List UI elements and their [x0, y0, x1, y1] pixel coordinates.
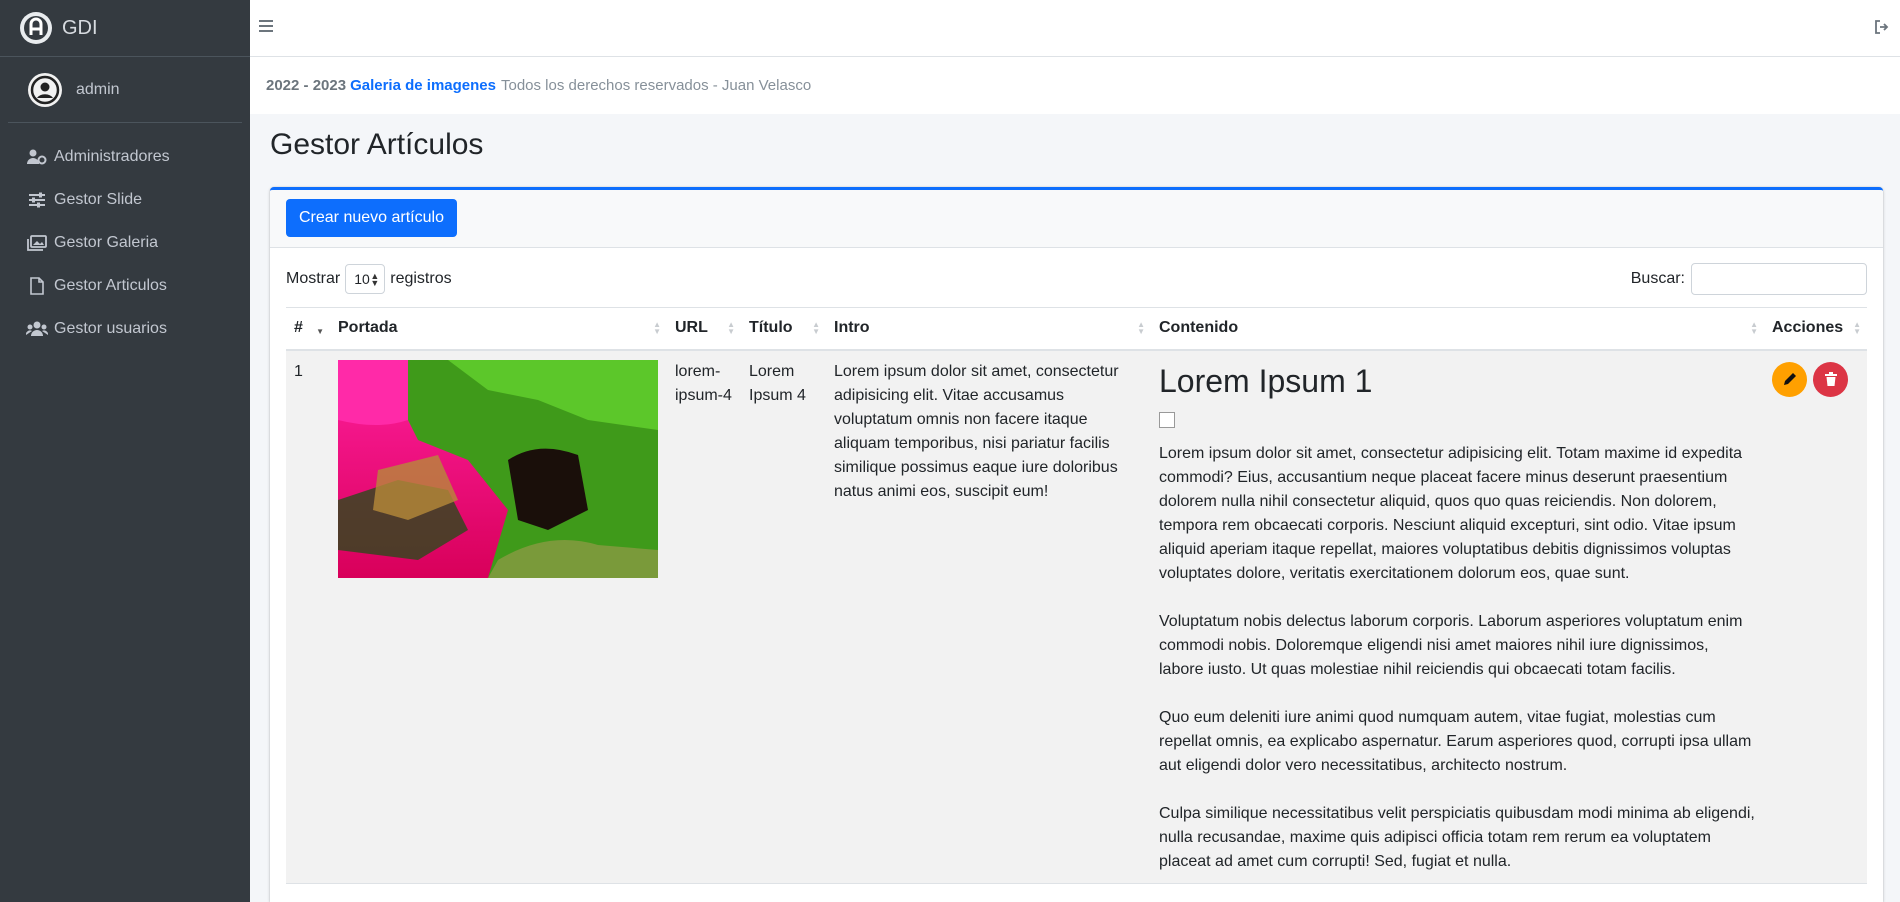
sort-icon: ▲ ▼ — [1137, 320, 1145, 336]
sidebar-item-gestor-articulos[interactable]: Gestor Articulos — [0, 264, 250, 307]
table-header-row: # ▼ Portada ▲ ▼ URL ▲ ▼ Título ▲ ▼ Intro ▲ ▼ Cont… — [286, 307, 1867, 351]
trash-icon — [1824, 372, 1837, 386]
table-row: 1 lorem-ipsum-4 Lorem Ipsum 4 Lorem ipsu… — [286, 349, 1867, 884]
length-control: Mostrar 10 ▲ ▼ registros — [286, 264, 452, 294]
brand[interactable]: GDI — [0, 0, 250, 57]
content-paragraph: Lorem ipsum dolor sit amet, consectetur … — [1159, 444, 1743, 582]
row-actions — [1772, 360, 1859, 397]
sliders-icon — [26, 190, 48, 210]
cell-titulo: Lorem Ipsum 4 — [741, 349, 826, 884]
sort-icon: ▲ ▼ — [727, 320, 735, 336]
sidebar-item-gestor-slide[interactable]: Gestor Slide — [0, 178, 250, 221]
column-header-intro[interactable]: Intro ▲ ▼ — [826, 307, 1151, 351]
table-controls: Mostrar 10 ▲ ▼ registros Buscar: — [286, 262, 1867, 296]
show-label: Mostrar — [286, 270, 341, 287]
user-panel[interactable]: admin — [8, 57, 242, 123]
hamburger-menu-icon[interactable] — [259, 19, 275, 35]
article-cover-image — [338, 359, 658, 578]
column-header-titulo[interactable]: Título ▲ ▼ — [741, 307, 826, 351]
column-header-portada[interactable]: Portada ▲ ▼ — [330, 307, 667, 351]
footer-years: 2022 - 2023 — [266, 77, 347, 94]
search-control: Buscar: — [1631, 263, 1867, 295]
articles-table: # ▼ Portada ▲ ▼ URL ▲ ▼ Título ▲ ▼ Intro ▲ ▼ Cont… — [286, 307, 1867, 884]
column-header-contenido[interactable]: Contenido ▲ ▼ — [1151, 307, 1764, 351]
sidebar-item-gestor-usuarios[interactable]: Gestor usuarios — [0, 307, 250, 350]
articles-card: Crear nuevo artículo Mostrar 10 ▲ ▼ regis… — [270, 187, 1883, 902]
create-article-button[interactable]: Crear nuevo artículo — [286, 199, 457, 237]
logout-icon[interactable] — [1874, 19, 1892, 37]
page-length-value: 10 — [354, 271, 370, 287]
sort-icon: ▲ ▼ — [653, 320, 661, 336]
images-icon — [26, 233, 48, 253]
content-heading: Lorem Ipsum 1 — [1159, 362, 1373, 399]
sidebar-item-label: Gestor usuarios — [54, 319, 167, 337]
user-avatar-icon — [28, 72, 62, 107]
user-name: admin — [76, 80, 120, 98]
cell-contenido: Lorem Ipsum 1 Lorem ipsum dolor sit amet… — [1151, 349, 1764, 884]
search-label: Buscar: — [1630, 270, 1685, 287]
sidebar-item-label: Gestor Galeria — [54, 233, 159, 251]
sidebar-item-label: Gestor Articulos — [54, 276, 167, 294]
footer: 2022 - 2023 Galeria de imagenes Todos lo… — [250, 57, 1900, 114]
footer-site-link[interactable]: Galeria de imagenes — [350, 77, 496, 94]
column-header-url[interactable]: URL ▲ ▼ — [667, 307, 741, 351]
sort-icon: ▲ ▼ — [1750, 320, 1758, 336]
card-header: Crear nuevo artículo — [270, 190, 1883, 248]
sidebar: GDI admin Administradores Gestor Slide G… — [0, 0, 250, 902]
file-icon — [26, 276, 48, 296]
cell-acciones — [1764, 349, 1867, 884]
sidebar-item-administradores[interactable]: Administradores — [0, 135, 250, 178]
cell-intro: Lorem ipsum dolor sit amet, consectetur … — [826, 349, 1151, 884]
users-cog-icon — [26, 147, 48, 167]
cell-number: 1 — [286, 349, 330, 884]
brand-logo-icon — [20, 12, 52, 44]
delete-button[interactable] — [1813, 361, 1848, 397]
records-label: registros — [390, 270, 452, 287]
content-paragraph: Culpa similique necessitatibus velit per… — [1159, 804, 1755, 870]
footer-rights: Todos los derechos reservados - Juan Vel… — [500, 77, 812, 94]
broken-image-icon — [1159, 411, 1175, 428]
sort-icon: ▲ ▼ — [812, 320, 820, 336]
brand-name: GDI — [62, 16, 98, 39]
sidebar-item-gestor-galeria[interactable]: Gestor Galeria — [0, 221, 250, 264]
search-input[interactable] — [1691, 263, 1867, 295]
column-header-number[interactable]: # ▼ — [286, 307, 330, 351]
top-navbar — [250, 0, 1900, 57]
sidebar-nav: Administradores Gestor Slide Gestor Gale… — [0, 123, 250, 350]
page-length-select[interactable]: 10 ▲ ▼ — [345, 264, 386, 294]
pencil-icon — [1783, 373, 1796, 385]
sort-icon: ▲ ▼ — [1853, 320, 1861, 336]
sidebar-item-label: Administradores — [54, 147, 170, 165]
sort-desc-icon: ▼ — [316, 327, 324, 336]
users-icon — [26, 319, 48, 339]
sidebar-item-label: Gestor Slide — [54, 190, 143, 208]
page-title: Gestor Artículos — [270, 128, 484, 161]
content-paragraph: Quo eum deleniti iure animi quod numquam… — [1159, 708, 1752, 774]
content-paragraph: Voluptatum nobis delectus laborum corpor… — [1159, 612, 1743, 678]
edit-button[interactable] — [1772, 361, 1807, 397]
cell-portada — [330, 349, 667, 884]
cell-url: lorem-ipsum-4 — [667, 349, 741, 884]
column-header-acciones[interactable]: Acciones ▲ ▼ — [1764, 307, 1867, 351]
select-arrows-icon: ▲ ▼ — [370, 271, 380, 288]
